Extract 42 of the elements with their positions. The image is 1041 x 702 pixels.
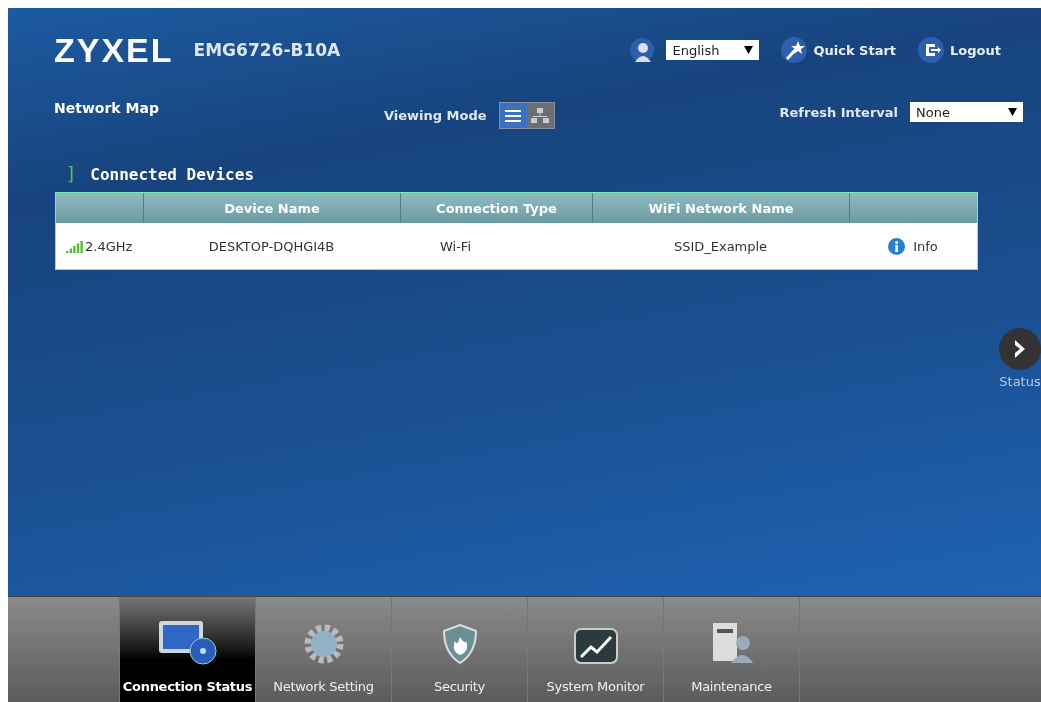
list-icon: [505, 108, 522, 123]
brand-logo: ZYXEL: [54, 30, 174, 70]
table-cell-text: Wi-Fi: [439, 237, 472, 256]
nav-tab[interactable]: Network Setting: [255, 597, 391, 702]
table-cell-text: DESKTOP-DQHGI4B: [207, 237, 336, 256]
view-mode-toggle[interactable]: [526, 103, 554, 128]
status-label: Status: [999, 374, 1041, 389]
person-icon: [630, 38, 655, 62]
status-panel-button[interactable]: [999, 328, 1041, 370]
table-cell: 2.4GHz: [56, 223, 143, 269]
section-marker: ]: [66, 164, 77, 184]
signal-bars-icon: [66, 239, 84, 253]
page-title: Network Map: [54, 100, 159, 116]
info-icon: [888, 237, 906, 255]
model-name: EMG6726-B10A: [193, 40, 341, 60]
nav-tab[interactable]: Maintenance: [663, 597, 799, 702]
nav-tab[interactable]: Security: [391, 597, 527, 702]
topology-icon: [531, 107, 550, 124]
caret-icon: [1008, 108, 1017, 116]
language-select[interactable]: English: [666, 40, 760, 60]
monitor-globe-icon: [156, 619, 219, 665]
logout-link[interactable]: Logout: [918, 37, 1001, 63]
gear-icon: [302, 623, 345, 665]
viewing-mode-label: Viewing Mode: [383, 108, 487, 123]
column-header: Connection Type: [400, 193, 592, 223]
shield-flame-icon: [440, 623, 479, 665]
wand-icon: [781, 37, 808, 63]
view-mode-toggle[interactable]: [499, 103, 527, 128]
line-chart-icon: [572, 627, 619, 665]
nav-tab[interactable]: System Monitor: [527, 597, 663, 702]
caret-icon: [744, 46, 754, 54]
table-cell-text: SSID_Example: [672, 237, 769, 256]
column-header: Device Name: [143, 193, 400, 223]
logout-icon: [918, 37, 945, 63]
chevron-right-icon: [1013, 338, 1027, 360]
info-link[interactable]: Info: [888, 237, 938, 255]
nav-tab[interactable]: Connection Status: [119, 597, 255, 702]
column-header: WiFi Network Name: [592, 193, 849, 223]
quick-start-link[interactable]: Quick Start: [781, 37, 897, 63]
refresh-interval-select[interactable]: None: [910, 102, 1023, 122]
refresh-interval-label: Refresh Interval: [779, 104, 898, 120]
section-title: Connected Devices: [90, 164, 254, 184]
